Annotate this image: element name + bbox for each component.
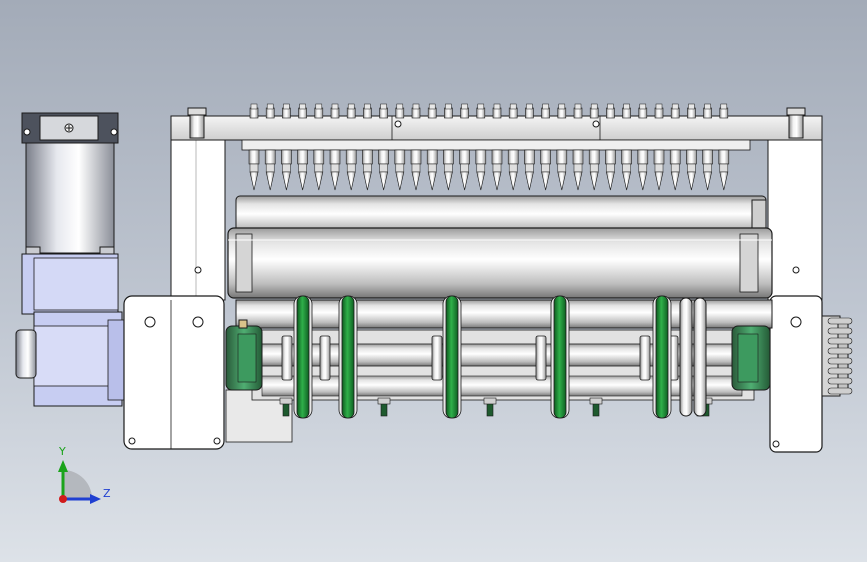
motor-body bbox=[25, 142, 115, 254]
upper-needle bbox=[703, 103, 712, 119]
upper-needle bbox=[638, 103, 648, 119]
lower-needle bbox=[524, 149, 535, 191]
sprocket-tooth bbox=[827, 347, 853, 355]
lower-needle bbox=[281, 149, 292, 191]
orientation-triad[interactable]: Y Z bbox=[58, 445, 111, 504]
upper-needle bbox=[411, 103, 421, 119]
right-side-plate bbox=[767, 139, 823, 453]
lower-needle bbox=[459, 149, 470, 191]
sprocket-tooth bbox=[827, 377, 853, 385]
lower-needle bbox=[572, 149, 584, 191]
lower-needle bbox=[475, 149, 487, 191]
triad-z-label: Z bbox=[103, 487, 111, 500]
upper-needle bbox=[687, 103, 696, 119]
lower-needle bbox=[556, 149, 568, 191]
upper-needle bbox=[654, 103, 664, 119]
upper-needle bbox=[444, 103, 453, 119]
green-ring bbox=[442, 295, 462, 419]
lower-needle bbox=[410, 149, 422, 191]
lower-peg bbox=[483, 397, 497, 417]
upper-needle bbox=[314, 103, 324, 119]
lower-needle bbox=[345, 149, 357, 191]
upper-needle bbox=[395, 103, 405, 119]
sprocket-tooth bbox=[827, 317, 853, 325]
green-ring bbox=[293, 295, 313, 419]
cad-viewport[interactable]: Y Z bbox=[0, 0, 867, 562]
lower-needle bbox=[702, 149, 713, 191]
shaft-collar bbox=[281, 335, 293, 381]
lower-needle bbox=[491, 149, 503, 191]
shaft-collar bbox=[639, 335, 651, 381]
sprocket-tooth bbox=[827, 357, 853, 365]
lower-needle-row bbox=[248, 149, 730, 191]
lower-needle bbox=[426, 149, 438, 191]
triad-y-label: Y bbox=[58, 445, 66, 458]
lower-needle bbox=[540, 149, 551, 191]
upper-needle bbox=[589, 103, 599, 119]
shaft-collar bbox=[319, 335, 331, 381]
upper-needle bbox=[557, 103, 567, 119]
lower-needle bbox=[378, 149, 389, 191]
upper-needle bbox=[265, 103, 275, 119]
upper-needle bbox=[476, 103, 486, 119]
green-ring bbox=[550, 295, 570, 419]
lower-needle bbox=[653, 149, 665, 191]
machine-assembly-view: Y Z bbox=[15, 103, 853, 504]
lower-needle bbox=[394, 149, 406, 191]
shaft-collar bbox=[431, 335, 443, 381]
shaft-collar bbox=[535, 335, 547, 381]
upper-needle bbox=[525, 103, 534, 119]
upper-needle bbox=[719, 103, 729, 119]
lower-peg bbox=[589, 397, 603, 417]
lower-needle bbox=[264, 149, 276, 191]
sprocket-tooth bbox=[827, 387, 853, 395]
upper-needle bbox=[282, 103, 291, 119]
lower-needle bbox=[588, 149, 600, 191]
upper-needle bbox=[670, 103, 680, 119]
sprocket-tooth bbox=[827, 327, 853, 335]
upper-needle bbox=[622, 103, 631, 119]
lower-needle bbox=[443, 149, 454, 191]
lower-needle bbox=[637, 149, 649, 191]
lower-needle bbox=[686, 149, 697, 191]
upper-needle bbox=[379, 103, 388, 119]
sprocket-tooth bbox=[827, 367, 853, 375]
green-ring bbox=[652, 295, 672, 419]
lower-needle bbox=[248, 149, 260, 191]
upper-needle bbox=[460, 103, 469, 119]
upper-needle bbox=[330, 103, 340, 119]
motor-assembly bbox=[15, 112, 125, 407]
lower-peg bbox=[377, 397, 391, 417]
upper-needle bbox=[249, 103, 259, 119]
upper-needle bbox=[298, 103, 307, 119]
left-bearing-block bbox=[123, 295, 225, 450]
lower-needle bbox=[718, 149, 730, 191]
right-green-hub bbox=[731, 325, 771, 391]
lower-needle bbox=[669, 149, 681, 191]
green-ring bbox=[338, 295, 358, 419]
lower-needle bbox=[362, 149, 373, 191]
lower-needle bbox=[297, 149, 308, 191]
left-green-hub bbox=[225, 319, 263, 391]
lower-needle bbox=[507, 149, 519, 191]
upper-needle bbox=[573, 103, 583, 119]
upper-needle bbox=[427, 103, 437, 119]
upper-needle bbox=[346, 103, 356, 119]
lower-needle bbox=[605, 149, 616, 191]
main-roller bbox=[227, 227, 773, 299]
triad-x-axis-dot bbox=[59, 495, 67, 503]
lower-needle bbox=[621, 149, 632, 191]
upper-needle bbox=[508, 103, 518, 119]
upper-needle bbox=[363, 103, 372, 119]
sprocket-tooth bbox=[827, 337, 853, 345]
upper-needle bbox=[541, 103, 550, 119]
upper-needle bbox=[492, 103, 502, 119]
lower-needle bbox=[329, 149, 341, 191]
upper-needle bbox=[606, 103, 615, 119]
lower-needle bbox=[313, 149, 325, 191]
